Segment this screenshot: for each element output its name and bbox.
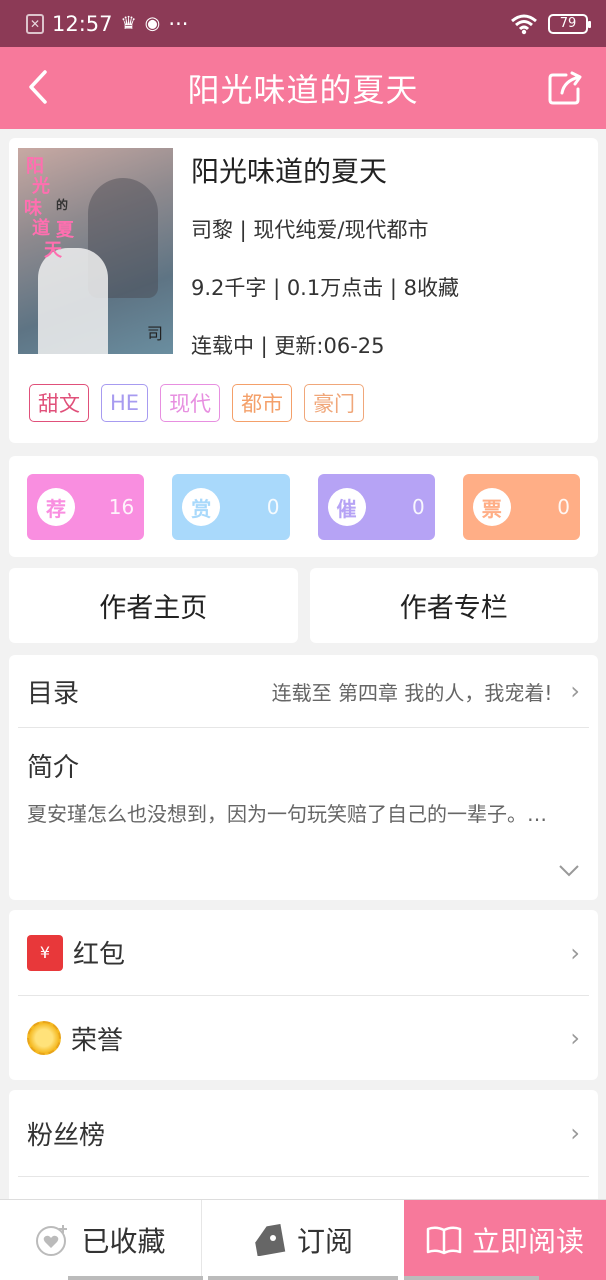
catalog-label: 目录	[27, 678, 80, 709]
book-author-genre: 司黎 | 现代纯爱/现代都市	[191, 218, 429, 242]
fan-ranking-row[interactable]: 粉丝榜 ›	[9, 1090, 598, 1176]
favorite-label: 已收藏	[81, 1225, 166, 1258]
tag[interactable]: HE	[101, 384, 149, 422]
bottom-action-bar: 已收藏 订阅 立即阅读	[0, 1199, 606, 1280]
chevron-right-icon: ›	[570, 1119, 580, 1147]
favorite-button[interactable]: 已收藏	[0, 1200, 202, 1280]
fan-ranking-label: 粉丝榜	[27, 1120, 106, 1151]
nav-indicator	[208, 1276, 398, 1280]
status-more: ···	[168, 11, 189, 36]
app-bar: 阳光味道的夏天	[0, 47, 606, 129]
crown-icon: ♛	[120, 13, 137, 34]
nav-indicator	[68, 1276, 203, 1280]
divider	[18, 1176, 589, 1177]
vote-button[interactable]: 票 0	[462, 474, 580, 540]
wifi-icon	[511, 14, 537, 34]
honor-row[interactable]: 荣誉 ›	[9, 996, 598, 1080]
globe-icon: ◉	[144, 13, 161, 34]
author-links: 作者主页 作者专栏	[9, 568, 598, 643]
cover-char: 天	[44, 240, 62, 261]
intro-label: 简介	[27, 752, 80, 783]
reward-count: 0	[266, 495, 280, 519]
nav-indicator	[404, 1276, 539, 1280]
battery-level: 79	[559, 16, 577, 31]
cover-figure	[38, 248, 108, 354]
heart-icon	[36, 1225, 68, 1256]
redpacket-icon: ¥	[27, 934, 63, 971]
vote-icon: 票	[472, 488, 511, 526]
subscribe-button[interactable]: 订阅	[202, 1200, 404, 1280]
tag[interactable]: 现代	[160, 384, 221, 422]
reward-button[interactable]: 赏 0	[172, 474, 290, 540]
chevron-down-icon	[559, 865, 579, 877]
divider	[18, 727, 589, 728]
catalog-intro-card: 目录 连载至 第四章 我的人，我宠着! › 简介 夏安瑾怎么也没想到，因为一句玩…	[9, 655, 598, 900]
author-column-button[interactable]: 作者专栏	[309, 568, 598, 643]
status-time: 12:57	[52, 11, 113, 36]
redpacket-symbol: ¥	[39, 943, 51, 962]
chevron-right-icon: ›	[570, 677, 580, 705]
tag-list: 甜文 HE 现代 都市 豪门	[29, 384, 365, 422]
back-button[interactable]	[20, 69, 56, 105]
recommend-icon: 荐	[37, 488, 75, 526]
catalog-row[interactable]: 目录 连载至 第四章 我的人，我宠着! ›	[9, 655, 598, 727]
support-actions: 荐 16 赏 0 催 0 票 0	[9, 456, 598, 557]
recommend-count: 16	[108, 495, 135, 519]
intro-text: 夏安瑾怎么也没想到，因为一句玩笑赔了自己的一辈子。…	[27, 802, 547, 826]
book-status: 连载中 | 更新:06-25	[191, 334, 385, 358]
share-icon	[548, 71, 582, 105]
latest-chapter: 连载至 第四章 我的人，我宠着!	[271, 680, 553, 705]
book-icon	[426, 1226, 462, 1255]
book-info-card: 阳 光 味 道 的 夏 天 司 阳光味道的夏天 司黎 | 现代纯爱/现代都市 9…	[9, 138, 598, 443]
chevron-right-icon: ›	[570, 938, 580, 967]
fans-card: 粉丝榜 ›	[9, 1090, 598, 1205]
status-bar: ✕ 12:57 ♛ ◉ ··· 79	[0, 0, 606, 47]
reward-icon: 赏	[182, 488, 221, 526]
extras-card: ¥ 红包 › 荣誉 ›	[9, 910, 598, 1080]
tag-icon	[255, 1224, 286, 1256]
cover-signature: 司	[146, 324, 163, 343]
cover-char: 的	[56, 198, 69, 212]
urge-button[interactable]: 催 0	[317, 474, 435, 540]
chevron-right-icon: ›	[570, 1024, 580, 1052]
tag[interactable]: 都市	[232, 384, 293, 422]
recommend-button[interactable]: 荐 16	[27, 474, 145, 540]
share-button[interactable]	[546, 69, 584, 107]
book-cover[interactable]: 阳 光 味 道 的 夏 天 司	[18, 148, 173, 354]
urge-icon: 催	[327, 488, 366, 526]
tag[interactable]: 豪门	[304, 384, 365, 422]
intro-header: 简介	[9, 743, 598, 787]
battery-icon: 79	[548, 13, 591, 34]
read-now-label: 立即阅读	[471, 1225, 584, 1258]
author-homepage-button[interactable]: 作者主页	[9, 568, 298, 643]
redpacket-label: 红包	[73, 940, 126, 970]
urge-count: 0	[412, 495, 425, 519]
redpacket-row[interactable]: ¥ 红包 ›	[9, 910, 598, 995]
page-title: 阳光味道的夏天	[187, 71, 419, 109]
subscribe-label: 订阅	[296, 1225, 353, 1258]
notification-icon: ✕	[26, 13, 44, 34]
back-arrow-icon	[29, 70, 47, 104]
vote-count: 0	[557, 495, 570, 519]
honor-label: 荣誉	[71, 1025, 124, 1056]
expand-intro-button[interactable]	[558, 863, 580, 882]
book-title: 阳光味道的夏天	[191, 155, 388, 188]
read-now-button[interactable]: 立即阅读	[404, 1200, 606, 1280]
tag[interactable]: 甜文	[29, 384, 89, 422]
medal-icon	[27, 1021, 61, 1055]
book-stats: 9.2千字 | 0.1万点击 | 8收藏	[191, 276, 460, 300]
